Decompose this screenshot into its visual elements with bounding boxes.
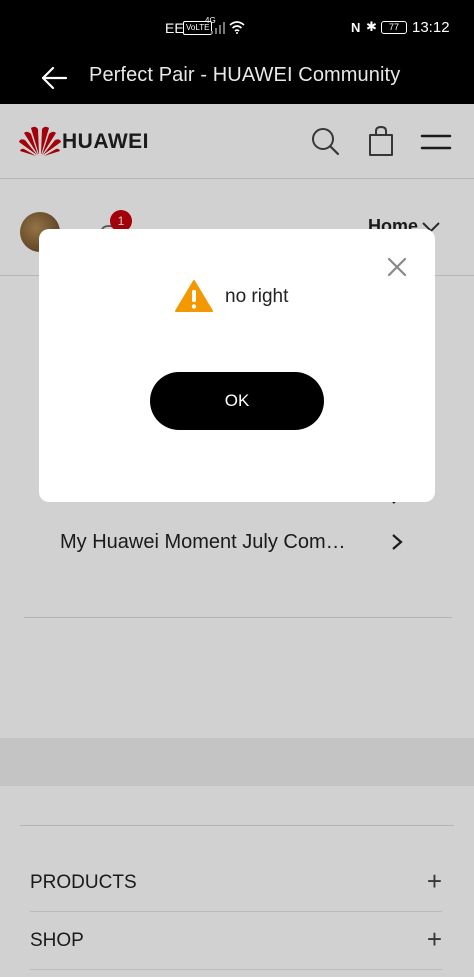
carrier-label: EE [165, 20, 184, 36]
nfc-icon: N [351, 20, 361, 35]
dialog-message: no right [225, 286, 289, 307]
status-bar: EE VoLTE 4G N ✱ 77 13:12 [0, 0, 474, 56]
battery-icon: 77 [381, 21, 407, 34]
wifi-icon [229, 21, 245, 34]
warning-icon [175, 280, 213, 312]
ok-button[interactable]: OK [150, 372, 324, 430]
title-bar: Perfect Pair - HUAWEI Community [0, 56, 474, 104]
back-arrow-icon[interactable] [38, 62, 70, 94]
signal-icon [211, 22, 225, 34]
alert-dialog: no right OK [39, 229, 435, 502]
close-icon[interactable] [385, 255, 409, 279]
page-title: Perfect Pair - HUAWEI Community [89, 64, 401, 86]
bluetooth-icon: ✱ [366, 19, 377, 34]
clock: 13:12 [412, 19, 450, 36]
